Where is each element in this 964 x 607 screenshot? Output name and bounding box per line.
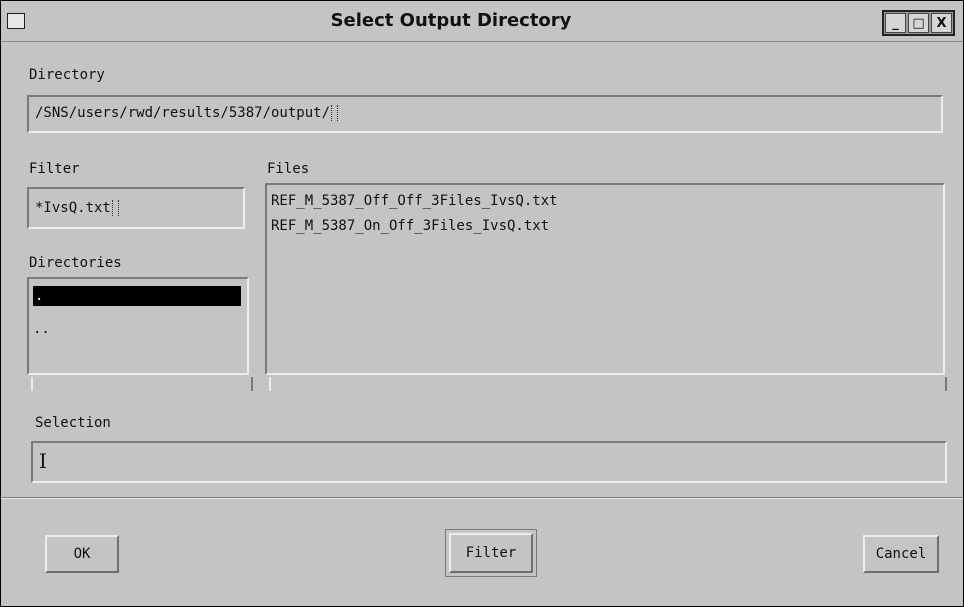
- directory-field[interactable]: /SNS/users/rwd/results/5387/output/: [27, 95, 943, 133]
- file-item[interactable]: REF_M_5387_On_Off_3Files_IvsQ.txt: [271, 218, 549, 234]
- files-list[interactable]: REF_M_5387_Off_Off_3Files_IvsQ.txt REF_M…: [265, 183, 945, 375]
- text-cursor-icon: [111, 200, 119, 216]
- ibeam-cursor-icon: I: [39, 449, 47, 473]
- button-area-divider: [1, 497, 963, 499]
- window-title: Select Output Directory: [330, 10, 572, 31]
- file-item[interactable]: REF_M_5387_Off_Off_3Files_IvsQ.txt: [271, 193, 558, 209]
- files-horizontal-scrollbar[interactable]: [269, 377, 947, 391]
- selection-field[interactable]: I: [31, 441, 947, 483]
- title-bar[interactable]: Select Output Directory _ □ X: [1, 1, 963, 42]
- window-controls: _ □ X: [882, 10, 955, 36]
- close-icon[interactable]: X: [931, 13, 952, 33]
- minimize-icon[interactable]: _: [885, 13, 906, 33]
- filter-value: *IvsQ.txt: [35, 200, 111, 216]
- filter-field[interactable]: *IvsQ.txt: [27, 187, 245, 229]
- directories-list[interactable]: . ..: [27, 277, 249, 375]
- directory-value: /SNS/users/rwd/results/5387/output/: [35, 105, 331, 121]
- files-label: Files: [267, 161, 310, 177]
- text-cursor-icon: [331, 105, 339, 121]
- filter-button[interactable]: Filter: [445, 529, 537, 577]
- directories-horizontal-scrollbar[interactable]: [31, 377, 253, 391]
- directory-label: Directory: [29, 67, 105, 83]
- selection-label: Selection: [35, 415, 111, 431]
- maximize-icon[interactable]: □: [908, 13, 929, 33]
- ok-button[interactable]: OK: [45, 535, 119, 573]
- directory-item-parent[interactable]: ..: [33, 319, 50, 339]
- directories-label: Directories: [29, 255, 122, 271]
- cancel-button[interactable]: Cancel: [863, 535, 939, 573]
- select-output-directory-dialog: Select Output Directory _ □ X Directory …: [0, 0, 964, 607]
- filter-label: Filter: [29, 161, 80, 177]
- directory-item-current[interactable]: .: [33, 286, 241, 306]
